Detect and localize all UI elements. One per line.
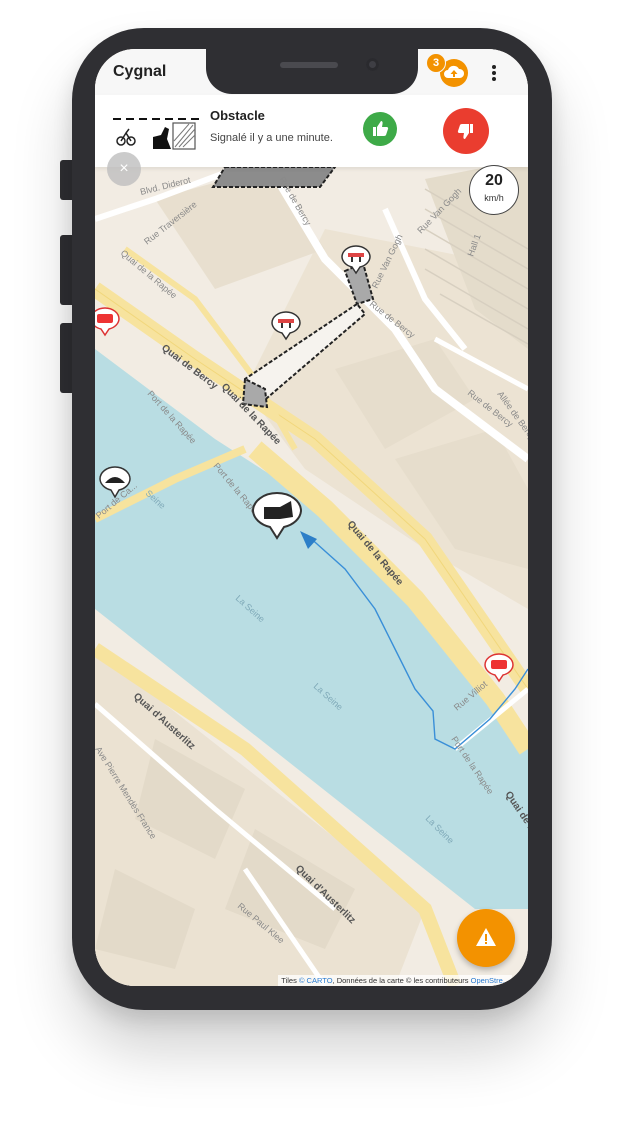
phone-notch	[206, 44, 418, 94]
app-title: Cygnal	[113, 63, 167, 80]
warning-icon	[476, 928, 496, 946]
carto-link[interactable]: © CARTO	[299, 976, 333, 985]
speed-value: 20	[485, 172, 503, 189]
map[interactable]: Blvd. Diderot Rue Traversière Rue de Ber…	[95, 49, 528, 986]
upload-count-badge: 3	[426, 53, 446, 73]
map-obstacle-area-top[interactable]	[211, 166, 337, 188]
speed-unit: km/h	[484, 193, 504, 203]
close-alert-button[interactable]: ×	[107, 152, 141, 186]
alert-notification: Obstacle Signalé il y a une minute.	[95, 95, 528, 167]
thumb-up-icon	[373, 121, 389, 136]
osm-link[interactable]: OpenStre...	[471, 976, 509, 985]
speed-indicator: 20 km/h	[469, 165, 519, 215]
more-vert-icon[interactable]	[487, 61, 501, 85]
app-screen: Blvd. Diderot Rue Traversière Rue de Ber…	[95, 49, 528, 986]
upvote-button[interactable]	[363, 112, 397, 146]
phone-speaker	[280, 62, 338, 68]
downvote-button[interactable]	[443, 108, 489, 154]
attribution-middle: , Données de la carte © les contributeur…	[332, 976, 471, 985]
map-attribution: Tiles © CARTO, Données de la carte © les…	[278, 975, 512, 986]
obstacle-icon	[113, 118, 199, 150]
alert-subtitle: Signalé il y a une minute.	[210, 132, 333, 144]
close-icon: ×	[119, 160, 129, 177]
thumb-down-icon	[457, 124, 473, 139]
phone-camera	[366, 58, 379, 71]
attribution-prefix: Tiles	[281, 976, 299, 985]
report-button[interactable]	[457, 909, 515, 967]
alert-title: Obstacle	[210, 108, 265, 123]
